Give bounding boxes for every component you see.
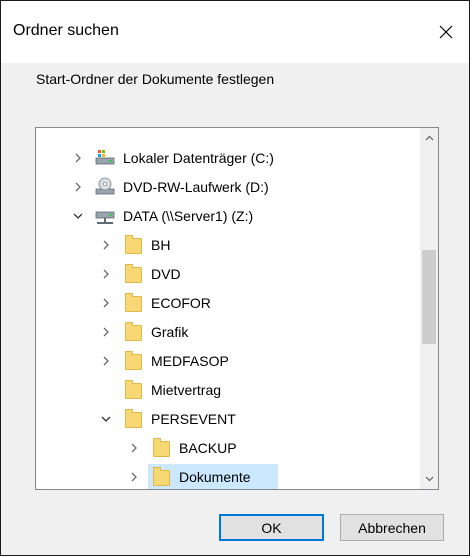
chevron-right-icon[interactable] — [99, 296, 113, 310]
chevron-right-icon[interactable] — [127, 441, 141, 455]
dvd-drive-icon — [95, 177, 115, 197]
dialog-prompt: Start-Ordner der Dokumente festlegen — [36, 71, 275, 87]
chevron-right-icon[interactable] — [71, 151, 85, 165]
tree-item-label: DATA (\\Server1) (Z:) — [123, 207, 254, 224]
tree-item-folder[interactable]: BACKUP — [36, 433, 420, 462]
folder-icon — [123, 292, 143, 313]
scrollbar-thumb[interactable] — [422, 250, 436, 344]
folder-icon — [123, 321, 143, 342]
tree-item-label: Grafik — [151, 323, 189, 340]
folder-icon — [123, 379, 143, 400]
folder-tree[interactable]: Lokaler Datenträger (C:) DVD-RW-Laufwerk… — [35, 127, 439, 490]
tree-item-folder[interactable]: Mietvertrag — [36, 375, 420, 404]
folder-icon — [151, 466, 171, 487]
ok-button[interactable]: OK — [219, 514, 324, 541]
tree-item-label: BH — [151, 236, 171, 253]
local-disk-icon — [95, 148, 115, 168]
title-bar: Ordner suchen — [1, 1, 469, 63]
cancel-button[interactable]: Abbrechen — [340, 514, 444, 541]
folder-browse-dialog: Ordner suchen Start-Ordner der Dokumente… — [0, 0, 470, 556]
tree-item-label: Dokumente — [179, 468, 251, 485]
tree-item-folder[interactable]: BH — [36, 230, 420, 259]
network-drive-icon — [95, 206, 115, 226]
scroll-down-button[interactable] — [420, 469, 438, 489]
tree-item-folder[interactable]: ECOFOR — [36, 288, 420, 317]
chevron-right-icon[interactable] — [71, 180, 85, 194]
chevron-right-icon[interactable] — [99, 325, 113, 339]
tree-item-folder[interactable]: Grafik — [36, 317, 420, 346]
chevron-right-icon[interactable] — [127, 470, 141, 484]
tree-item-folder[interactable]: MEDFASOP — [36, 346, 420, 375]
tree-item-label: MEDFASOP — [151, 352, 229, 369]
tree-item-label: PERSEVENT — [151, 410, 236, 427]
tree-item-folder[interactable]: DVD — [36, 259, 420, 288]
chevron-down-icon — [425, 476, 433, 482]
tree-item-local-disk[interactable]: Lokaler Datenträger (C:) — [36, 143, 420, 172]
chevron-right-icon[interactable] — [99, 354, 113, 368]
folder-icon — [123, 263, 143, 284]
tree-item-folder-selected[interactable]: Dokumente — [36, 462, 420, 489]
tree-item-label: BACKUP — [179, 439, 237, 456]
tree-item-label: Lokaler Datenträger (C:) — [123, 149, 274, 166]
chevron-down-icon[interactable] — [71, 209, 85, 223]
tree-item-label: Mietvertrag — [151, 381, 222, 398]
tree-item-label: DVD — [151, 265, 181, 282]
scroll-up-button[interactable] — [420, 128, 438, 148]
folder-icon — [151, 437, 171, 458]
tree-item-folder[interactable]: PERSEVENT — [36, 404, 420, 433]
vertical-scrollbar[interactable] — [420, 128, 438, 489]
chevron-up-icon — [425, 135, 433, 141]
folder-icon — [123, 408, 143, 429]
dialog-title: Ordner suchen — [13, 22, 119, 39]
chevron-right-icon[interactable] — [99, 267, 113, 281]
tree-item-network-drive[interactable]: DATA (\\Server1) (Z:) — [36, 201, 420, 230]
chevron-down-icon[interactable] — [99, 412, 113, 426]
close-icon — [439, 25, 453, 39]
tree-item-dvd-drive[interactable]: DVD-RW-Laufwerk (D:) — [36, 172, 420, 201]
tree-item-label: DVD-RW-Laufwerk (D:) — [123, 178, 269, 195]
chevron-right-icon[interactable] — [99, 238, 113, 252]
tree-item-label: ECOFOR — [151, 294, 211, 311]
folder-icon — [123, 350, 143, 371]
close-button[interactable] — [423, 1, 469, 63]
folder-icon — [123, 234, 143, 255]
